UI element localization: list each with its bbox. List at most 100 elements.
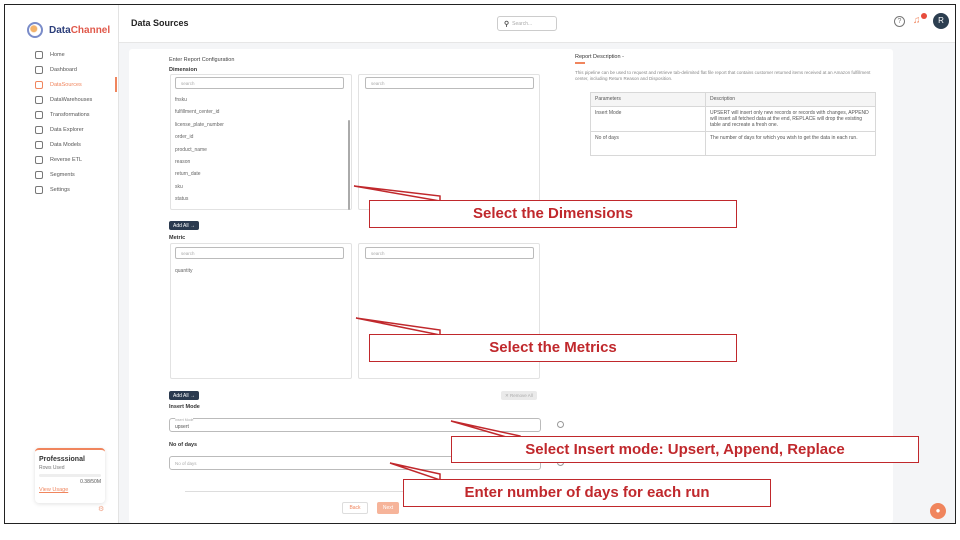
sidebar-item-label: Data Explorer — [50, 126, 84, 133]
metric-item[interactable]: quantity — [175, 268, 193, 274]
sidebar-item-label: DataWarehouses — [50, 96, 93, 103]
rows-used-label: Rows Used — [39, 465, 65, 471]
sidebar-item-datawarehouses[interactable]: DataWarehouses — [35, 92, 117, 107]
dimension-item[interactable]: return_date — [175, 171, 201, 177]
dimension-available-list[interactable] — [170, 74, 352, 210]
explorer-icon — [35, 125, 43, 134]
plan-title: Professsional — [39, 456, 85, 463]
database-icon — [35, 95, 43, 104]
report-description-text: This pipeline can be used to request and… — [575, 70, 871, 81]
sidebar-item-segments[interactable]: Segments — [35, 167, 117, 182]
sidebar-item-label: Dashboard — [50, 66, 77, 73]
table-row: No of days The number of days for which … — [590, 131, 876, 156]
days-placeholder: No of days — [175, 461, 197, 466]
sidebar-item-label: Segments — [50, 171, 75, 178]
insert-mode-value: upsert — [175, 424, 189, 430]
add-all-dimensions-button[interactable]: Add All → — [169, 221, 199, 230]
insert-mode-select[interactable]: Insert Mode upsert — [169, 418, 541, 432]
dimension-item[interactable]: license_plate_number — [175, 122, 224, 128]
param-name: Insert Mode — [590, 106, 706, 132]
dimension-label: Dimension — [169, 67, 198, 73]
report-description-title: Report Description - — [575, 54, 624, 60]
collapse-gear-icon[interactable]: ⚙ — [98, 505, 104, 513]
rows-used-value: 0.38/50M — [80, 479, 101, 485]
page-title: Data Sources — [131, 18, 189, 28]
brand-suffix: Channel — [70, 24, 111, 36]
dimension-available-search[interactable]: search — [175, 77, 344, 89]
dimension-selected-list[interactable] — [358, 74, 540, 210]
models-icon — [35, 140, 43, 149]
insert-mode-info-icon[interactable] — [557, 421, 564, 428]
help-icon[interactable]: ? — [894, 15, 905, 27]
gear-icon — [35, 185, 43, 194]
sidebar-item-label: Home — [50, 51, 65, 58]
reverse-etl-icon — [35, 155, 43, 164]
sidebar-item-label: DataSources — [50, 81, 82, 88]
sidebar-item-dashboard[interactable]: Dashboard — [35, 62, 117, 77]
sidebar-item-transformations[interactable]: Transformations — [35, 107, 117, 122]
sidebar-item-datasources[interactable]: DataSources — [35, 77, 117, 92]
plan-card: Professsional Rows Used 0.38/50M View Us… — [35, 448, 105, 503]
add-all-metrics-button[interactable]: Add All → — [169, 391, 199, 400]
segments-icon — [35, 170, 43, 179]
next-button[interactable]: Next — [377, 502, 399, 514]
sidebar-item-reverse-etl[interactable]: Reverse ETL — [35, 152, 117, 167]
section-title: Enter Report Configuration — [169, 57, 235, 63]
notification-badge — [921, 13, 927, 19]
brand-prefix: Data — [49, 24, 71, 36]
global-search-input[interactable]: ⚲ Search... — [497, 16, 557, 31]
callout-metrics: Select the Metrics — [369, 334, 737, 362]
table-header-description: Description — [705, 92, 876, 107]
dimension-item[interactable]: product_name — [175, 147, 207, 153]
sidebar-item-label: Settings — [50, 186, 70, 193]
sidebar-item-settings[interactable]: Settings — [35, 182, 117, 197]
dimension-selected-search[interactable]: search — [365, 77, 534, 89]
dimension-scrollbar[interactable] — [348, 120, 350, 210]
callout-dimensions: Select the Dimensions — [369, 200, 737, 228]
sidebar-item-data-models[interactable]: Data Models — [35, 137, 117, 152]
dimension-item[interactable]: order_id — [175, 134, 193, 140]
sidebar-item-label: Transformations — [50, 111, 90, 118]
title-underline — [575, 62, 585, 64]
metric-available-list[interactable] — [170, 243, 352, 379]
param-desc: The number of days for which you wish to… — [705, 131, 876, 156]
sidebar-item-data-explorer[interactable]: Data Explorer — [35, 122, 117, 137]
dimension-item[interactable]: status — [175, 196, 188, 202]
metric-label: Metric — [169, 235, 186, 241]
sidebar-item-label: Reverse ETL — [50, 156, 83, 163]
search-icon: ⚲ — [504, 20, 510, 28]
notification-bell-icon[interactable]: ♫ — [913, 13, 927, 27]
insert-mode-label: Insert Mode — [169, 404, 200, 410]
dimension-item[interactable]: sku — [175, 184, 183, 190]
datasources-icon — [35, 80, 43, 89]
sidebar-item-home[interactable]: Home — [35, 47, 117, 62]
param-desc: UPSERT will insert only new records or r… — [705, 106, 876, 132]
logo[interactable]: DataChannel — [27, 22, 110, 38]
logo-mark-icon — [27, 22, 43, 38]
callout-insert-mode: Select Insert mode: Upsert, Append, Repl… — [451, 436, 919, 463]
sidebar: DataChannel Home Dashboard DataSources Data… — [5, 5, 119, 523]
metric-selected-search[interactable]: search — [365, 247, 534, 259]
days-label: No of days — [169, 442, 198, 448]
rows-used-bar — [39, 474, 101, 477]
avatar[interactable]: R — [933, 13, 949, 29]
table-header-row: Parameters Description — [590, 92, 876, 107]
home-icon — [35, 50, 43, 59]
dimension-item[interactable]: reason — [175, 159, 190, 165]
chat-bubble-icon[interactable]: ● — [930, 503, 946, 519]
dimension-item[interactable]: fulfillment_center_id — [175, 109, 219, 115]
search-placeholder: Search... — [512, 20, 533, 27]
transform-icon — [35, 110, 43, 119]
dimension-item[interactable]: fnsku — [175, 97, 187, 103]
remove-all-metrics-button[interactable]: ✕ Remove All — [501, 391, 537, 400]
table-row: Insert Mode UPSERT will insert only new … — [590, 106, 876, 132]
callout-days: Enter number of days for each run — [403, 479, 771, 507]
insert-mode-float-label: Insert Mode — [175, 418, 194, 422]
table-header-parameters: Parameters — [590, 92, 706, 107]
view-usage-link[interactable]: View Usage — [39, 487, 101, 493]
metric-available-search[interactable]: search — [175, 247, 344, 259]
sidebar-item-label: Data Models — [50, 141, 81, 148]
param-name: No of days — [590, 131, 706, 156]
sidebar-nav: Home Dashboard DataSources DataWarehouses Tr… — [35, 47, 117, 197]
back-button[interactable]: Back — [342, 502, 368, 514]
